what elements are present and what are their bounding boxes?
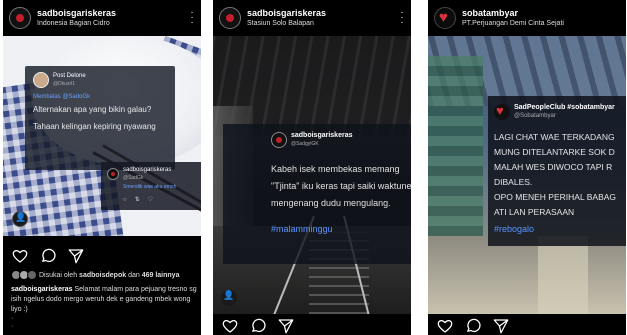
post-location[interactable]: Stasiun Solo Balapan: [247, 20, 314, 27]
comment-icon[interactable]: [464, 317, 482, 335]
post-panel-2: sadboisgariskeras Stasiun Solo Balapan ·…: [213, 0, 411, 335]
post-header: sobatambyar PT.Perjuangan Demi Cinta Sej…: [428, 0, 626, 36]
liker-avatars: [11, 270, 37, 280]
share-icon[interactable]: [492, 317, 510, 335]
tweet-text-line: OPO MENEH PERIHAL BABAG: [494, 192, 617, 202]
tweet-hashtag[interactable]: #rebogalo: [494, 224, 534, 234]
tweet-text-line: Tahaan kelingan kepiring nyawang: [33, 122, 156, 131]
tweet-avatar: [271, 132, 287, 148]
tweet-text-line: Kabeh isek membekas memang: [271, 164, 400, 174]
heart-icon[interactable]: [221, 317, 239, 335]
tweet-display-name: sadboisgariskeras: [291, 132, 353, 139]
user-tag-icon[interactable]: [12, 211, 28, 227]
tweet-reply-card: sadboisgariskeras @SadGk Smendik wae aku…: [101, 162, 201, 210]
heart-icon[interactable]: [436, 317, 454, 335]
post-panel-1: sadboisgariskeras Indonesia Bagian Cidro…: [3, 0, 201, 335]
tweet-text-line: MALAH WES DIWOCO TAPI R: [494, 162, 613, 172]
post-username[interactable]: sadboisgariskeras: [37, 8, 116, 18]
tweet-display-name: sadboisgariskeras: [123, 167, 172, 173]
caption-username[interactable]: sadboisgariskeras: [11, 286, 72, 293]
profile-avatar[interactable]: [434, 7, 456, 29]
post-location[interactable]: Indonesia Bagian Cidro: [37, 20, 110, 27]
tweet-handle: @SadGk: [123, 175, 144, 181]
tweet-card: SadPeopleClub #sobatambyar @Sobatambyar …: [488, 96, 626, 246]
post-header: sadboisgariskeras Indonesia Bagian Cidro…: [3, 0, 201, 36]
liked-user[interactable]: sadboisdepok: [79, 272, 126, 279]
tweet-text-line: mengenang dudu mengulang.: [271, 198, 391, 208]
tweet-text-line: LAGI CHAT WAE TERKADANG: [494, 132, 615, 142]
post-caption: sadboisgariskeras Selamat malam para pej…: [11, 285, 197, 315]
tweet-handle: @Dkusrl1: [53, 81, 76, 87]
tweet-handle: @SadgyiGK: [291, 141, 319, 147]
more-options-icon[interactable]: · · ·: [399, 8, 405, 28]
caption-more-dots: · · ·: [11, 307, 14, 330]
post-username[interactable]: sobatambyar: [462, 8, 518, 18]
post-image[interactable]: SadPeopleClub #sobatambyar @Sobatambyar …: [428, 36, 626, 314]
tweet-display-name: SadPeopleClub #sobatambyar: [514, 104, 615, 111]
tweet-avatar: [494, 103, 510, 120]
post-actions: [221, 316, 295, 335]
post-header: sadboisgariskeras Stasiun Solo Balapan ·…: [213, 0, 411, 36]
tweet-actions-icons: ○⇅♡: [123, 197, 162, 203]
post-username[interactable]: sadboisgariskeras: [247, 8, 326, 18]
tweet-hashtag[interactable]: #malamminggu: [271, 224, 333, 234]
profile-avatar[interactable]: [219, 7, 241, 29]
post-panel-3: sobatambyar PT.Perjuangan Demi Cinta Sej…: [428, 0, 626, 335]
comment-icon[interactable]: [249, 317, 267, 335]
post-actions: [11, 246, 85, 266]
tweet-card: Post Delone @Dkusrl1 Membalas @SadoGk Al…: [25, 66, 175, 170]
liked-prefix: Disukai oleh: [38, 271, 78, 279]
tweet-display-name: Post Delone: [53, 73, 86, 79]
tweet-text-line: Smendik wae aku emoh: [123, 184, 177, 190]
tweet-reply-to: Membalas @SadoGk: [33, 94, 91, 100]
tweet-avatar: [107, 168, 119, 180]
tweet-text-line: "Tjinta" iku keras tapi saiki waktune: [271, 181, 411, 191]
post-image[interactable]: Post Delone @Dkusrl1 Membalas @SadoGk Al…: [3, 36, 201, 236]
liked-count[interactable]: 469 lainnya: [142, 272, 180, 279]
tweet-text-line: Alternakan apa yang bikin galau?: [33, 105, 152, 114]
tweet-text-line: DIBALES.: [494, 177, 533, 187]
liked-by[interactable]: Disukai oleh sadboisdepok dan 469 lainny…: [11, 270, 179, 282]
tweet-handle: @Sobatambyar: [514, 113, 556, 119]
user-tag-icon[interactable]: [221, 290, 237, 306]
share-icon[interactable]: [67, 247, 85, 265]
comment-icon[interactable]: [39, 247, 57, 265]
more-options-icon[interactable]: · · ·: [189, 8, 195, 28]
liked-middle: dan: [128, 271, 140, 279]
floor-path: [538, 236, 588, 314]
post-actions: [436, 316, 510, 335]
floor: [428, 236, 626, 314]
tweet-text-line: ATI LAN PERASAAN: [494, 207, 575, 217]
post-image[interactable]: sadboisgariskeras @SadgyiGK Kabeh isek m…: [213, 36, 411, 314]
tweet-avatar: [33, 72, 49, 88]
tweet-card: sadboisgariskeras @SadgyiGK Kabeh isek m…: [223, 124, 411, 264]
heart-icon[interactable]: [11, 247, 29, 265]
share-icon[interactable]: [277, 317, 295, 335]
tweet-text-line: MUNG DITELANTARKE SOK D: [494, 147, 615, 157]
profile-avatar[interactable]: [9, 7, 31, 29]
post-location[interactable]: PT.Perjuangan Demi Cinta Sejati: [462, 20, 564, 27]
